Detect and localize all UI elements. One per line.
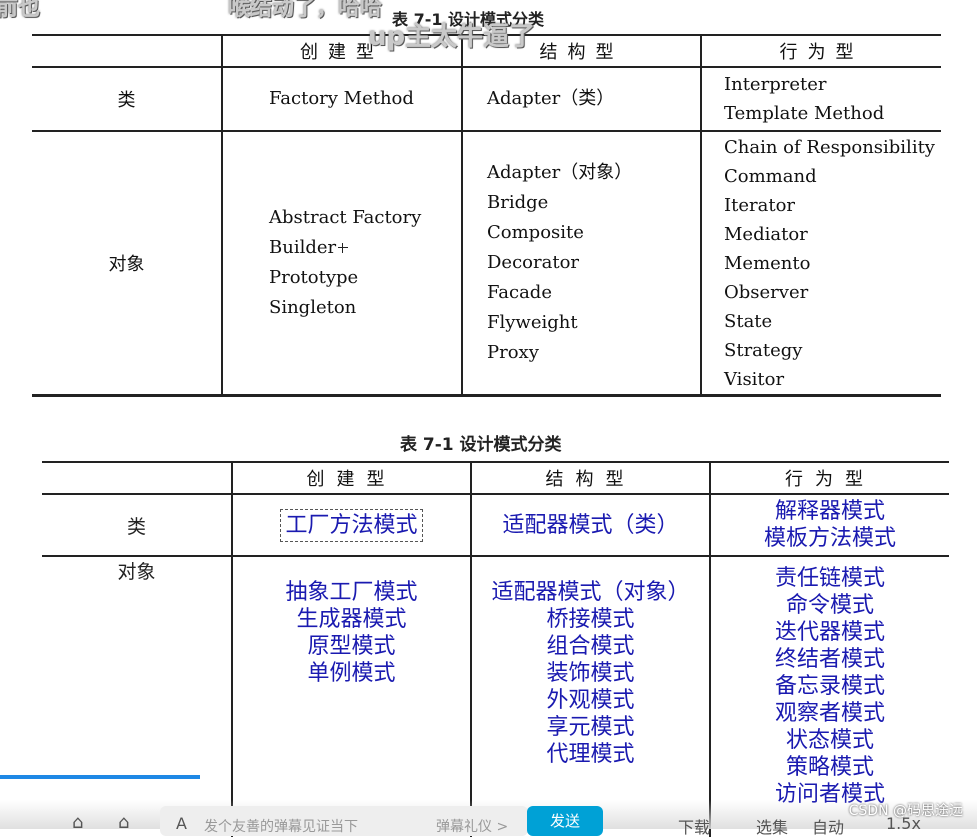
crosshair-cursor-icon — [338, 243, 349, 253]
pattern-item: 命令模式 — [785, 593, 874, 618]
behavioral-cell: 责任链模式 命令模式 迭代器模式 终结者模式 备忘录模式 观察者模式 状态模式 … — [709, 556, 949, 837]
pattern-item: Builder — [269, 237, 337, 258]
pattern-item: Factory Method — [269, 88, 414, 109]
structural-cell: Adapter（类） — [461, 67, 702, 132]
pattern-item: 解释器模式 — [774, 499, 885, 524]
header-empty — [42, 462, 233, 495]
pattern-item: 享元模式 — [546, 715, 635, 740]
row-label: 对象 — [32, 131, 223, 396]
creational-cell: Abstract Factory Builder Prototype Singl… — [221, 131, 463, 396]
pattern-item: 外观模式 — [546, 688, 635, 713]
pattern-item: 代理模式 — [546, 742, 635, 767]
pattern-item: 装饰模式 — [546, 661, 635, 686]
danmaku-comment: 前也 — [0, 0, 41, 21]
pattern-item: 适配器模式（类） — [502, 512, 679, 538]
font-style-icon[interactable]: A — [176, 814, 187, 833]
structural-cell: 适配器模式（对象） 桥接模式 组合模式 装饰模式 外观模式 享元模式 代理模式 — [470, 556, 711, 837]
pattern-item: Strategy — [724, 339, 803, 361]
pattern-item: Abstract Factory — [269, 207, 422, 228]
pattern-item: 模板方法模式 — [763, 526, 896, 551]
creational-cell: Factory Method — [221, 67, 463, 132]
pattern-item: Decorator — [487, 252, 580, 273]
pattern-item: Memento — [724, 252, 811, 274]
pattern-item: Composite — [487, 222, 584, 243]
download-button[interactable]: 下载 — [678, 814, 710, 838]
danmaku-input-placeholder: 发个友善的弹幕见证当下 — [204, 819, 358, 835]
table-row: 类 Factory Method Adapter（类） Interpreter … — [32, 67, 941, 132]
pattern-item: Template Method — [724, 103, 885, 124]
pattern-item: Mediator — [724, 223, 808, 245]
auto-quality-button[interactable]: 自动 — [812, 814, 844, 838]
pattern-item: Adapter（类） — [487, 88, 615, 109]
pattern-item: Bridge — [487, 192, 549, 213]
pattern-item: Command — [724, 165, 817, 187]
structural-cell: Adapter（对象） Bridge Composite Decorator F… — [461, 131, 702, 396]
pattern-item: 策略模式 — [785, 755, 874, 780]
danmaku-comment: up主太牛逼了 — [368, 22, 536, 52]
pattern-item: 备忘录模式 — [774, 674, 885, 699]
row-label: 类 — [42, 494, 233, 557]
pattern-item: Singleton — [269, 297, 357, 318]
pattern-item: 单例模式 — [307, 661, 396, 686]
pattern-item-with-cursor: Builder — [269, 233, 461, 263]
selected-pattern-item[interactable]: 工厂方法模式 — [280, 508, 423, 542]
pattern-item: State — [724, 310, 773, 332]
header-behavioral: 行为型 — [700, 35, 941, 68]
pattern-item: 责任链模式 — [774, 566, 885, 591]
danmaku-comment: 喉结动了，哈哈 — [228, 0, 383, 21]
header-creational: 创建型 — [231, 462, 472, 495]
header-structural: 结构型 — [470, 462, 711, 495]
csdn-watermark: CSDN @码思途远 — [848, 803, 963, 819]
episode-select-button[interactable]: 选集 — [756, 814, 788, 838]
row-label: 类 — [32, 67, 223, 132]
pattern-item: 适配器模式（对象） — [491, 580, 690, 605]
row-label: 对象 — [42, 556, 233, 837]
design-patterns-table-english: 创建型 结构型 行为型 类 Factory Method Adapter（类） … — [32, 34, 941, 397]
table2-caption: 表 7-1 设计模式分类 — [400, 435, 562, 455]
pattern-item: 组合模式 — [546, 634, 635, 659]
table-row: 类 工厂方法模式 适配器模式（类） 解释器模式 模板方法模式 — [42, 494, 949, 557]
creational-cell: 抽象工厂模式 生成器模式 原型模式 单例模式 — [231, 556, 472, 837]
header-behavioral: 行为型 — [709, 462, 949, 495]
pattern-item: Adapter（对象） — [487, 162, 633, 183]
pattern-item: 桥接模式 — [546, 607, 635, 632]
pattern-item: Flyweight — [487, 312, 578, 333]
pattern-item: Facade — [487, 282, 552, 303]
pattern-item: Interpreter — [724, 74, 827, 95]
pattern-item: 终结者模式 — [774, 647, 885, 672]
pattern-item: 抽象工厂模式 — [285, 580, 418, 605]
pattern-item: 迭代器模式 — [774, 620, 885, 645]
table-row: 对象 抽象工厂模式 生成器模式 原型模式 单例模式 适配器模式（对象） 桥接模式… — [42, 556, 949, 837]
structural-cell: 适配器模式（类） — [470, 494, 711, 557]
pattern-item: Proxy — [487, 342, 539, 363]
video-progress-bar[interactable] — [0, 775, 200, 779]
pattern-item: 观察者模式 — [774, 701, 885, 726]
pattern-item: Chain of Responsibility — [724, 136, 935, 158]
pattern-item: 生成器模式 — [296, 607, 407, 632]
send-button[interactable]: 发送 — [527, 806, 603, 836]
pattern-item: Visitor — [724, 368, 785, 390]
table-row: 对象 Abstract Factory Builder Prototype Si… — [32, 131, 941, 396]
header-empty — [32, 35, 223, 68]
pattern-item: Prototype — [269, 267, 359, 288]
behavioral-cell: Chain of Responsibility Command Iterator… — [700, 131, 941, 396]
pattern-item: Iterator — [724, 194, 796, 216]
pattern-item: Observer — [724, 281, 809, 303]
danmaku-toggle-icon[interactable]: ⌂ — [72, 812, 83, 833]
pattern-item: 状态模式 — [785, 728, 874, 753]
danmaku-etiquette-link[interactable]: 弹幕礼仪 > — [436, 816, 508, 836]
danmaku-settings-icon[interactable]: ⌂ — [118, 812, 129, 833]
behavioral-cell: 解释器模式 模板方法模式 — [709, 494, 949, 557]
behavioral-cell: Interpreter Template Method — [700, 67, 941, 132]
design-patterns-table-chinese: 创建型 结构型 行为型 类 工厂方法模式 适配器模式（类） 解释器模式 模板方法… — [42, 461, 949, 837]
pattern-item: 原型模式 — [307, 634, 396, 659]
creational-cell: 工厂方法模式 — [231, 494, 472, 557]
